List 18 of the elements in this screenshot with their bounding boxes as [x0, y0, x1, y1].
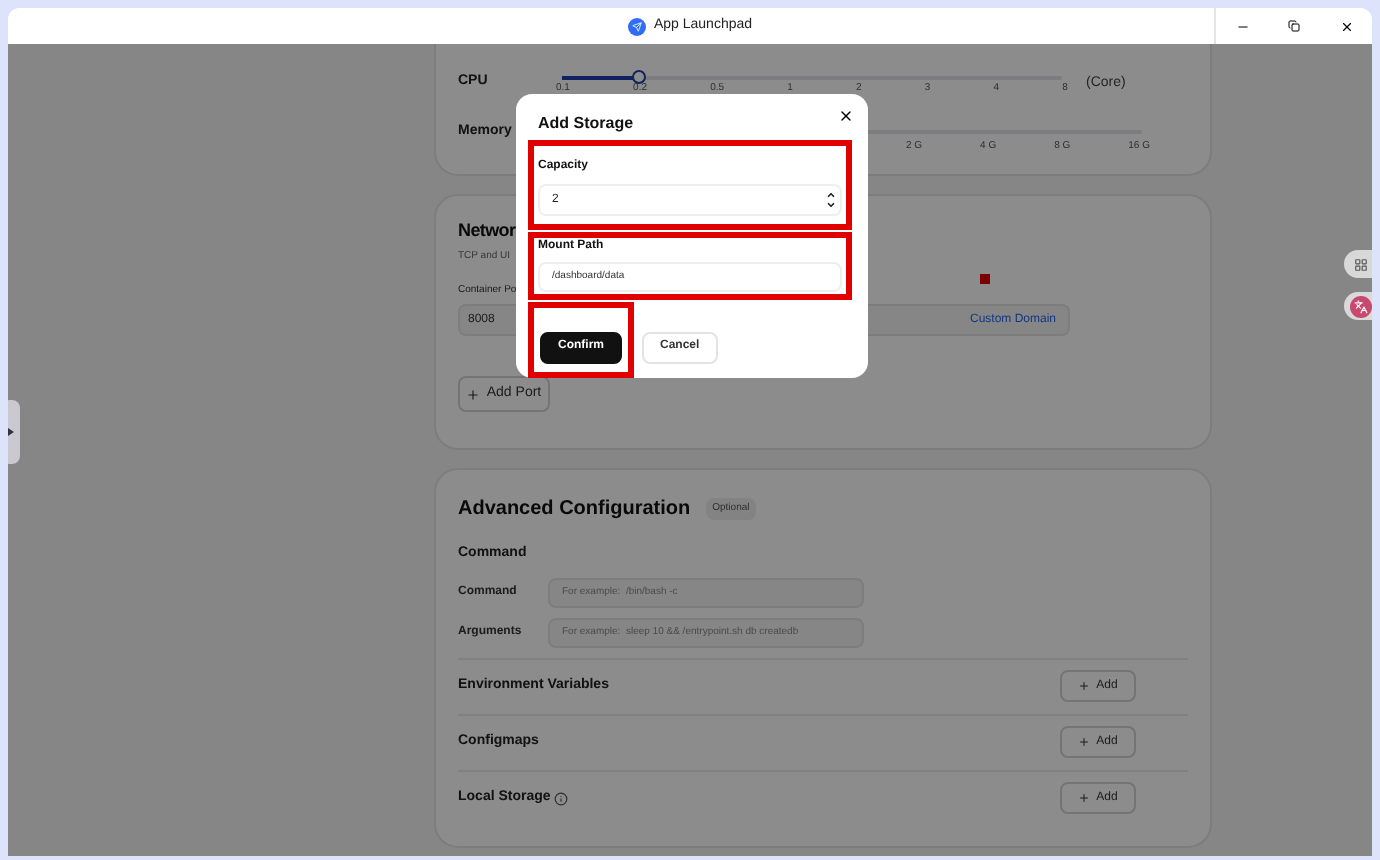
apps-button[interactable]: [1344, 250, 1372, 278]
info-icon: [554, 791, 569, 805]
grid-icon: [1354, 257, 1368, 271]
plus-icon: [466, 387, 481, 401]
caret-icon: [8, 428, 14, 436]
dialog-title: Add Storage: [538, 112, 634, 136]
plus-icon: [1078, 792, 1091, 804]
translate-button[interactable]: [1344, 292, 1372, 320]
restore-icon: [1288, 20, 1300, 32]
close-icon: [1339, 19, 1353, 33]
app-logo-icon: [627, 17, 646, 35]
section-title: Advanced Configuration: [458, 496, 691, 524]
cpu-slider-thumb[interactable]: [631, 70, 645, 84]
plus-icon: [1078, 680, 1091, 692]
section-title: Networ: [458, 218, 516, 244]
close-button[interactable]: [836, 106, 854, 124]
spinner-icon[interactable]: [826, 190, 836, 210]
plus-icon: [1078, 736, 1091, 748]
